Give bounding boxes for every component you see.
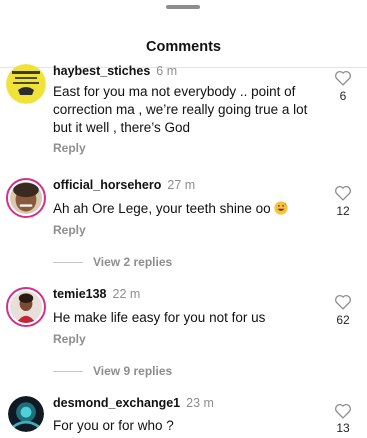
drag-handle[interactable] — [166, 5, 200, 9]
avatar[interactable] — [6, 178, 46, 218]
timestamp: 22 m — [112, 287, 141, 301]
username[interactable]: temie138 — [53, 287, 107, 301]
avatar-image — [10, 291, 42, 323]
avatar[interactable] — [6, 64, 46, 104]
comment-meta: desmond_exchange1 23 m — [53, 396, 214, 410]
comment-meta: haybest_stiches 6 m — [53, 64, 177, 78]
replies-divider — [53, 262, 83, 263]
timestamp: 23 m — [186, 396, 214, 410]
like-count: 6 — [339, 89, 347, 103]
grinning-sweat-emoji-icon — [274, 201, 289, 215]
like-count: 12 — [336, 204, 350, 218]
avatar-image — [6, 64, 46, 104]
comment-item: temie138 22 m He make life easy for you n… — [0, 287, 367, 378]
heart-outline-icon[interactable] — [334, 185, 352, 201]
reply-button[interactable]: Reply — [53, 332, 86, 346]
view-replies-label[interactable]: View 9 replies — [93, 364, 172, 378]
comment-meta: temie138 22 m — [53, 287, 140, 301]
heart-outline-icon[interactable] — [334, 403, 352, 419]
comment-text: Ah ah Ore Lege, your teeth shine oo — [53, 200, 308, 218]
heart-outline-icon[interactable] — [334, 70, 352, 86]
heart-outline-icon[interactable] — [334, 294, 352, 310]
timestamp: 27 m — [167, 178, 196, 192]
view-replies-label[interactable]: View 2 replies — [93, 255, 172, 269]
username[interactable]: official_horsehero — [53, 178, 161, 192]
reply-button[interactable]: Reply — [53, 141, 86, 155]
username[interactable]: haybest_stiches — [53, 64, 150, 78]
username[interactable]: desmond_exchange1 — [53, 396, 180, 410]
comment-item: desmond_exchange1 23 m For you or for who… — [0, 396, 367, 438]
avatar-image — [8, 396, 44, 432]
comment-text: For you or for who ? — [53, 418, 174, 433]
comments-title: Comments — [146, 39, 221, 55]
comment-text: East for you ma not everybody .. point o… — [53, 84, 308, 135]
avatar[interactable] — [6, 287, 46, 327]
like-count: 13 — [336, 421, 350, 435]
reply-button[interactable]: Reply — [53, 223, 86, 237]
avatar[interactable] — [8, 396, 44, 432]
like-count: 62 — [336, 313, 350, 327]
comment-item: haybest_stiches 6 m East for you ma not e… — [0, 64, 367, 164]
comment-text: He make life easy for you not for us — [53, 310, 266, 325]
timestamp: 6 m — [156, 64, 178, 78]
comment-item: official_horsehero 27 m Ah ah Ore Lege, y… — [0, 178, 367, 269]
avatar-image — [10, 182, 42, 214]
comment-meta: official_horsehero 27 m — [53, 178, 195, 192]
replies-divider — [53, 371, 83, 372]
